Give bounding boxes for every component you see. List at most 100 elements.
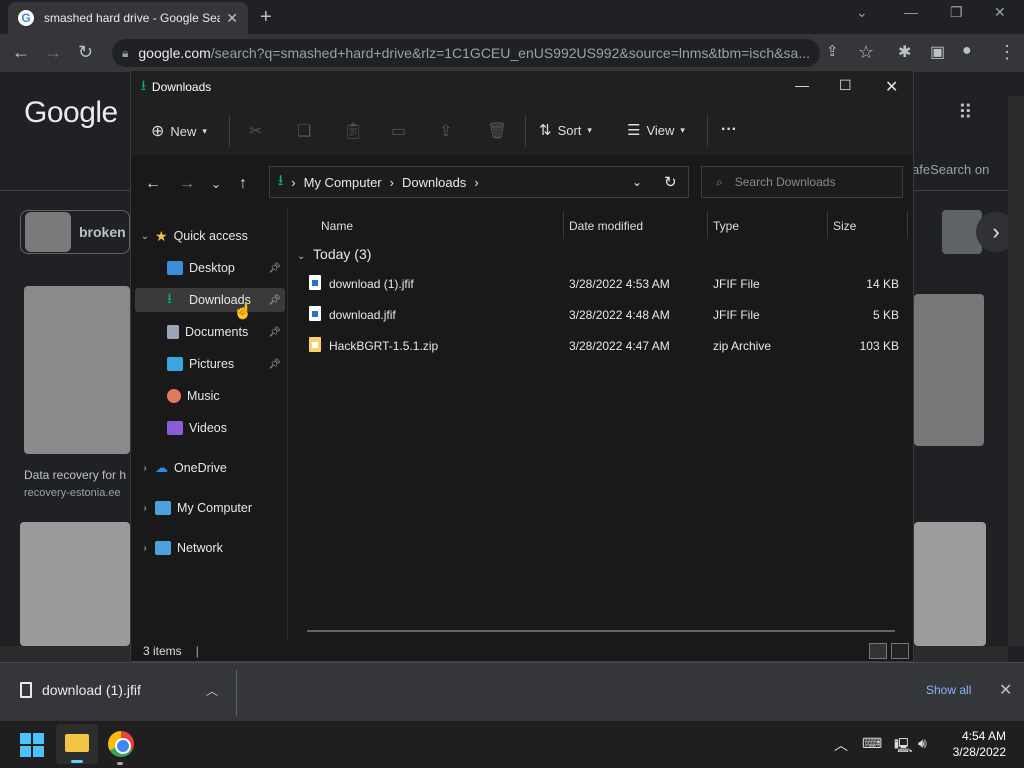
explorer-maximize-icon[interactable]: ☐ [839,77,852,94]
close-shelf-icon[interactable]: ✕ [999,680,1012,700]
file-row[interactable]: download (1).jfif 3/28/2022 4:53 AM JFIF… [303,271,907,295]
horizontal-scrollbar[interactable] [307,630,895,632]
tab-search-icon[interactable]: ⌄ [856,4,868,21]
forward-icon[interactable]: → [179,175,195,193]
rename-icon[interactable]: ▭ [391,121,406,141]
nav-videos[interactable]: Videos [135,416,285,440]
explorer-minimize-icon[interactable]: — [795,77,809,93]
page-scrollbar[interactable] [1008,96,1024,646]
explorer-close-icon[interactable]: ✕ [885,77,898,97]
close-window-icon[interactable]: ✕ [994,4,1006,21]
volume-icon[interactable]: 🔊︎ [918,735,927,752]
share-icon[interactable]: ⇪ [439,121,452,141]
chevron-right-icon[interactable]: › [135,503,155,514]
column-date-modified[interactable]: Date modified [569,219,643,233]
more-options-button[interactable]: ··· [721,121,737,139]
forward-icon[interactable]: → [44,42,62,63]
breadcrumb-downloads[interactable]: Downloads [402,175,466,190]
file-row[interactable]: download.jfif 3/28/2022 4:48 AM JFIF Fil… [303,302,907,326]
apps-grid-icon[interactable]: ⠿ [958,100,973,125]
column-divider[interactable] [907,211,908,239]
result-caption[interactable]: Data recovery for h [24,468,126,482]
sort-button[interactable]: ⇅ Sort ▾ [539,121,592,139]
reload-icon[interactable]: ↻ [78,42,93,63]
google-logo[interactable]: Google [24,96,118,130]
tray-overflow-chevron-icon[interactable]: ︿ [834,735,848,755]
breadcrumb-my-computer[interactable]: My Computer [304,175,382,190]
clock-date: 3/28/2022 [952,745,1006,759]
browser-tab[interactable]: G smashed hard drive - Google Sea ✕ [8,2,248,34]
nav-downloads[interactable]: ⭳ Downloads 📌︎ [135,288,285,312]
new-button[interactable]: ⊕ New ▾ [151,121,207,141]
minimize-icon[interactable]: — [904,4,918,20]
show-all-button[interactable]: Show all [926,683,971,697]
plus-circle-icon: ⊕ [151,123,165,140]
chevron-right-icon[interactable]: › [135,463,155,474]
nav-my-computer[interactable]: › My Computer [135,496,285,520]
chevron-down-icon[interactable]: ⌄ [135,231,155,242]
profile-icon[interactable]: ● [962,42,972,60]
network-monitor-icon[interactable]: 🖳︎ [894,735,913,759]
address-dropdown-icon[interactable]: ⌄ [632,175,642,189]
new-tab-icon[interactable]: + [260,6,272,29]
nav-pictures[interactable]: Pictures 📌︎ [135,352,285,376]
column-divider[interactable] [827,211,828,239]
nav-quick-access[interactable]: ⌄ ★ Quick access [135,224,285,248]
chevron-up-icon[interactable]: ︿ [206,682,218,699]
extensions-icon[interactable]: ✱ [898,42,911,62]
large-icons-view-icon[interactable] [891,643,909,659]
nav-label: My Computer [177,501,253,515]
file-type: JFIF File [713,308,760,322]
address-bar[interactable]: 🔒︎ google.com /search?q=smashed+hard+dri… [112,39,820,67]
taskbar-clock[interactable]: 4:54 AM 3/28/2022 [936,728,1006,760]
image-result[interactable] [24,286,130,454]
image-result[interactable] [20,522,130,646]
column-type[interactable]: Type [713,219,739,233]
back-icon[interactable]: ← [12,42,30,63]
zip-file-icon [309,337,321,352]
bookmark-star-icon[interactable]: ☆ [858,42,874,63]
delete-icon[interactable]: 🗑︎ [487,121,507,141]
chrome-menu-icon[interactable]: ⋮ [998,42,1016,63]
safesearch-toggle[interactable]: afeSearch on [912,162,989,177]
group-header[interactable]: ⌄ Today (3) [297,246,371,262]
tab-close-icon[interactable]: ✕ [226,10,238,27]
side-panel-icon[interactable]: ▣ [930,42,945,62]
share-icon[interactable]: ⇪ [826,42,839,60]
nav-desktop[interactable]: Desktop 📌︎ [135,256,285,280]
taskbar-chrome-icon[interactable] [108,731,134,757]
image-result[interactable] [914,294,984,446]
up-icon[interactable]: ↑ [239,175,247,193]
back-icon[interactable]: ← [145,175,161,193]
refresh-icon[interactable]: ↻ [664,173,677,191]
start-windows-icon[interactable] [20,733,44,757]
column-name[interactable]: Name [321,219,353,233]
paste-icon[interactable]: 📋︎ [343,121,363,141]
copy-icon[interactable]: ❏ [297,121,311,141]
column-divider[interactable] [563,211,564,239]
restore-icon[interactable]: ❐ [950,4,963,21]
cut-icon[interactable]: ✂ [249,121,262,141]
nav-music[interactable]: Music [135,384,285,408]
nav-label: Network [177,541,223,555]
nav-onedrive[interactable]: › ☁ OneDrive [135,456,285,480]
download-shelf [0,662,1024,720]
nav-network[interactable]: › Network [135,536,285,560]
explorer-search-box[interactable]: ⌕ Search Downloads [701,166,903,198]
recent-locations-icon[interactable]: ⌄ [211,177,221,191]
image-result[interactable] [914,522,986,646]
keyboard-icon[interactable]: ⌨ [862,735,882,752]
column-divider[interactable] [707,211,708,239]
column-size[interactable]: Size [833,219,856,233]
explorer-address-bar[interactable]: ⭳ › My Computer › Downloads › ⌄ ↻ [269,166,689,198]
taskbar-file-explorer-icon[interactable] [56,724,98,764]
documents-icon [167,325,179,339]
details-view-icon[interactable] [869,643,887,659]
download-item[interactable]: download (1).jfif [20,682,141,698]
related-chip[interactable]: broken [20,210,130,254]
nav-documents[interactable]: Documents 📌︎ [135,320,285,344]
chevron-right-icon[interactable]: › [135,543,155,554]
file-row[interactable]: HackBGRT-1.5.1.zip 3/28/2022 4:47 AM zip… [303,333,907,357]
view-button[interactable]: ☰ View ▾ [627,121,685,139]
nav-label: Music [187,389,220,403]
